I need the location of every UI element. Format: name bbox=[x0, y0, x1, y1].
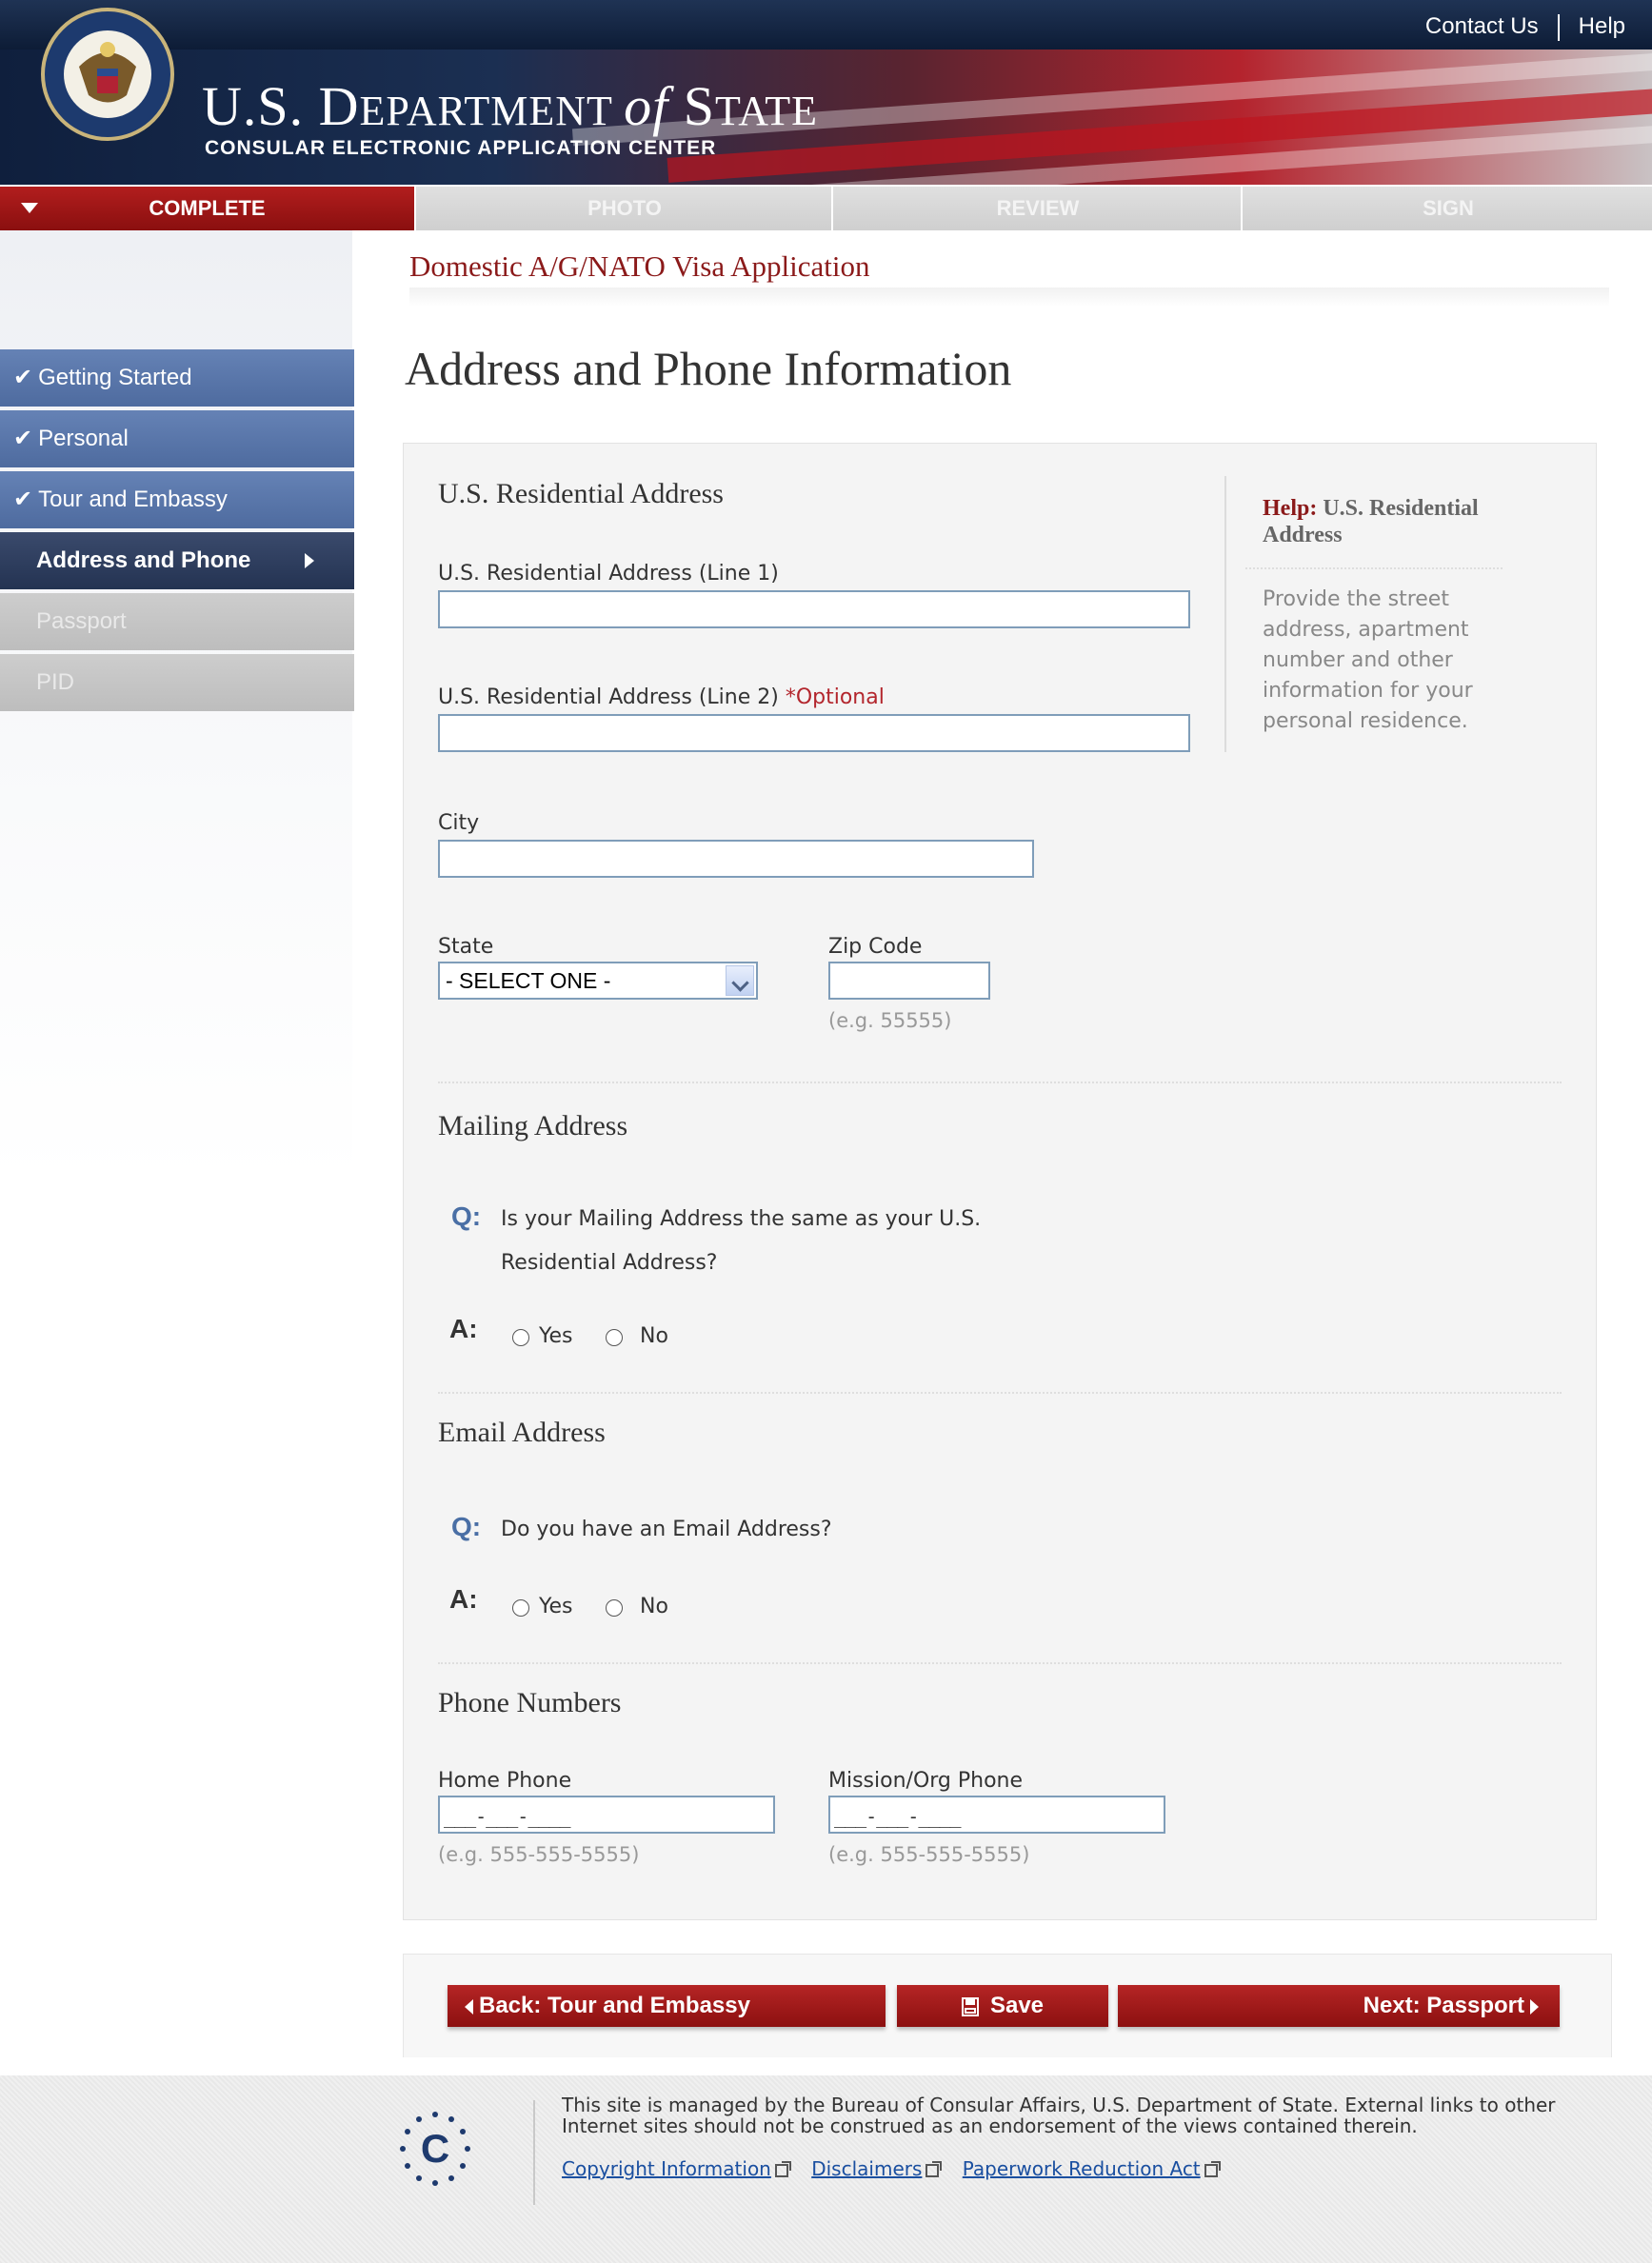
tab-photo: PHOTO bbox=[414, 187, 833, 230]
next-button[interactable]: Next: Passport bbox=[1118, 1985, 1560, 2027]
tab-complete[interactable]: COMPLETE bbox=[0, 187, 414, 230]
section-divider bbox=[438, 1392, 1562, 1394]
external-link-icon bbox=[1204, 2160, 1221, 2177]
email-question: Do you have an Email Address? bbox=[501, 1518, 832, 1541]
chevron-down-icon bbox=[726, 965, 754, 996]
check-icon: ✔ bbox=[13, 486, 33, 512]
address-line1-label: U.S. Residential Address (Line 1) bbox=[438, 562, 779, 586]
state-select[interactable]: - SELECT ONE - bbox=[438, 962, 758, 1000]
home-phone-label: Home Phone bbox=[438, 1769, 572, 1793]
arrow-right-icon bbox=[1530, 1998, 1539, 2015]
mission-phone-label: Mission/Org Phone bbox=[828, 1769, 1024, 1793]
site-title: U.S. DEPARTMENT of STATE bbox=[202, 75, 818, 137]
section-divider bbox=[438, 1662, 1562, 1664]
tab-sign: SIGN bbox=[1241, 187, 1652, 230]
help-title: Help: U.S. Residential Address bbox=[1263, 496, 1479, 547]
copyright-information-link[interactable]: Copyright Information bbox=[562, 2157, 791, 2180]
optional-marker: *Optional bbox=[785, 685, 885, 709]
caret-down-icon bbox=[21, 203, 38, 213]
address-line2-input[interactable] bbox=[438, 714, 1190, 752]
email-yes-label: Yes bbox=[539, 1595, 573, 1618]
help-panel: Help: U.S. Residential Address Provide t… bbox=[1224, 476, 1517, 752]
svg-text:C: C bbox=[421, 2126, 449, 2171]
section-divider bbox=[438, 1082, 1562, 1083]
progress-tabs: COMPLETE PHOTO REVIEW SIGN bbox=[0, 187, 1652, 230]
back-button[interactable]: Back: Tour and Embassy bbox=[448, 1985, 886, 2027]
save-button[interactable]: Save bbox=[897, 1985, 1108, 2027]
check-icon: ✔ bbox=[13, 365, 33, 390]
help-link[interactable]: Help bbox=[1579, 13, 1625, 39]
sidebar-item-personal[interactable]: ✔ Personal bbox=[0, 410, 354, 467]
state-label: State bbox=[438, 935, 494, 959]
zip-code-hint: (e.g. 55555) bbox=[828, 1009, 952, 1032]
sidebar-nav: ✔ Getting Started ✔ Personal ✔ Tour and Emb… bbox=[0, 349, 354, 715]
link-separator bbox=[1557, 13, 1560, 41]
check-icon: ✔ bbox=[13, 426, 33, 451]
page-title: Address and Phone Information bbox=[405, 342, 1012, 395]
address-line2-label: U.S. Residential Address (Line 2) *Optio… bbox=[438, 685, 885, 709]
zip-code-input[interactable] bbox=[828, 962, 990, 1000]
mailing-yes-label: Yes bbox=[539, 1324, 573, 1348]
help-text: Provide the street address, apartment nu… bbox=[1263, 587, 1473, 733]
top-utility-bar: Contact Us Help bbox=[0, 0, 1652, 50]
section-title-residential: U.S. Residential Address bbox=[438, 478, 724, 509]
mailing-no-label: No bbox=[640, 1324, 668, 1348]
home-phone-input[interactable]: ___-___-____ bbox=[438, 1796, 775, 1834]
footer-links: Copyright Information Disclaimers Paperw… bbox=[562, 2157, 1235, 2180]
question-marker: Q: bbox=[451, 1201, 482, 1231]
email-no-label: No bbox=[640, 1595, 668, 1618]
sidebar-item-passport: Passport bbox=[0, 593, 354, 650]
title-divider bbox=[409, 288, 1609, 307]
application-title: Domestic A/G/NATO Visa Application bbox=[409, 249, 870, 283]
arrow-left-icon bbox=[465, 1998, 473, 2015]
help-divider bbox=[1245, 567, 1503, 569]
mission-phone-input[interactable]: ___-___-____ bbox=[828, 1796, 1165, 1834]
external-link-icon bbox=[926, 2160, 943, 2177]
zip-code-label: Zip Code bbox=[828, 935, 923, 959]
sidebar-item-pid: PID bbox=[0, 654, 354, 711]
question-marker: Q: bbox=[451, 1512, 482, 1541]
consular-affairs-logo-icon: C bbox=[400, 2112, 470, 2186]
section-title-email: Email Address bbox=[438, 1417, 606, 1448]
tab-review: REVIEW bbox=[831, 187, 1243, 230]
address-line1-input[interactable] bbox=[438, 590, 1190, 628]
section-title-mailing: Mailing Address bbox=[438, 1110, 628, 1141]
home-phone-hint: (e.g. 555-555-5555) bbox=[438, 1843, 640, 1866]
mailing-yes-radio[interactable] bbox=[512, 1329, 529, 1346]
paperwork-reduction-act-link[interactable]: Paperwork Reduction Act bbox=[963, 2157, 1221, 2180]
answer-marker: A: bbox=[449, 1314, 478, 1343]
site-subtitle: CONSULAR ELECTRONIC APPLICATION CENTER bbox=[205, 137, 717, 159]
sidebar-item-tour-and-embassy[interactable]: ✔ Tour and Embassy bbox=[0, 471, 354, 528]
email-yes-radio[interactable] bbox=[512, 1599, 529, 1617]
section-title-phones: Phone Numbers bbox=[438, 1687, 622, 1718]
sidebar-item-getting-started[interactable]: ✔ Getting Started bbox=[0, 349, 354, 407]
external-link-icon bbox=[774, 2160, 791, 2177]
department-of-state-seal-icon bbox=[41, 8, 174, 141]
save-icon bbox=[961, 1996, 979, 2016]
mailing-question: Is your Mailing Address the same as your… bbox=[501, 1207, 982, 1275]
utility-links: Contact Us Help bbox=[1425, 13, 1625, 41]
city-label: City bbox=[438, 811, 480, 835]
disclaimers-link[interactable]: Disclaimers bbox=[811, 2157, 943, 2180]
footer-separator bbox=[533, 2100, 535, 2205]
mailing-no-radio[interactable] bbox=[606, 1329, 623, 1346]
footer-disclaimer-text: This site is managed by the Bureau of Co… bbox=[562, 2094, 1556, 2137]
mission-phone-hint: (e.g. 555-555-5555) bbox=[828, 1843, 1030, 1866]
contact-us-link[interactable]: Contact Us bbox=[1425, 13, 1539, 39]
answer-marker: A: bbox=[449, 1584, 478, 1614]
sidebar-item-address-and-phone[interactable]: Address and Phone bbox=[0, 532, 354, 589]
arrow-right-icon bbox=[305, 553, 314, 568]
email-no-radio[interactable] bbox=[606, 1599, 623, 1617]
city-input[interactable] bbox=[438, 840, 1034, 878]
